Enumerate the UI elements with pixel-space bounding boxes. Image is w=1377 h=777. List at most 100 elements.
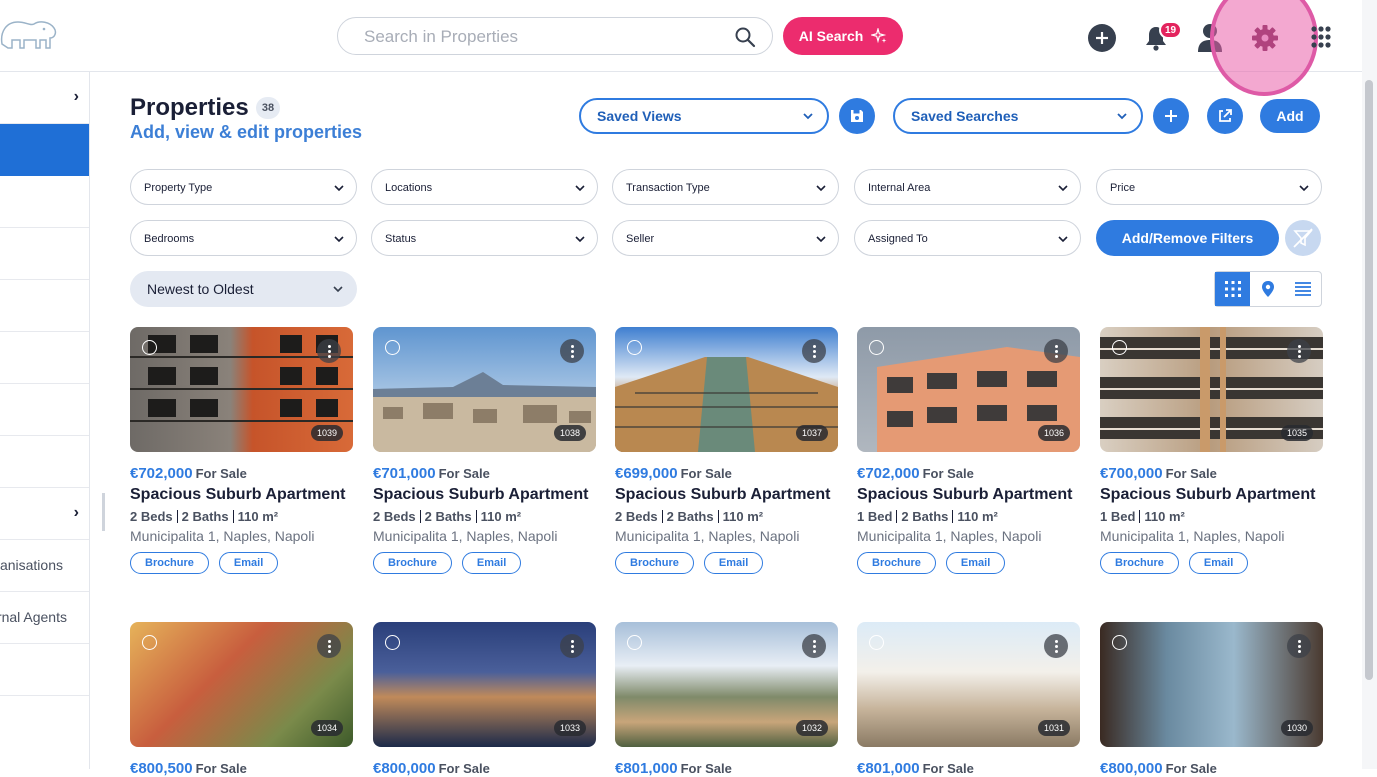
select-checkbox[interactable] <box>1112 340 1127 355</box>
property-name[interactable]: Spacious Suburb Apartment <box>857 486 1080 504</box>
brochure-button[interactable]: Brochure <box>615 552 694 574</box>
filter-property-type[interactable]: Property Type <box>130 169 357 205</box>
property-card[interactable]: 1037 €699,000 For Sale Spacious Suburb Ap… <box>615 327 838 574</box>
property-photo[interactable]: 1036 <box>857 327 1080 452</box>
grid-view-button[interactable] <box>1215 272 1251 306</box>
email-button[interactable]: Email <box>1188 552 1249 574</box>
property-photo[interactable]: 1034 <box>130 622 353 747</box>
sidebar-item-active[interactable] <box>0 124 89 176</box>
property-photo[interactable]: 1038 <box>373 327 596 452</box>
saved-views-select[interactable]: Saved Views <box>579 98 829 134</box>
sidebar-item[interactable] <box>0 280 89 332</box>
property-card[interactable]: 1031 €801,000 For Sale <box>857 622 1080 777</box>
property-card[interactable]: 1030 €800,000 For Sale <box>1100 622 1323 777</box>
add-saved-search-button[interactable] <box>1153 98 1189 134</box>
more-options-button[interactable] <box>560 634 584 658</box>
share-button[interactable] <box>1207 98 1243 134</box>
sidebar-item-group[interactable]: › <box>0 488 89 540</box>
select-checkbox[interactable] <box>385 340 400 355</box>
sort-select[interactable]: Newest to Oldest <box>130 271 357 307</box>
sidebar-item-external-agents[interactable]: rnal Agents <box>0 592 89 644</box>
clear-filters-button[interactable] <box>1285 220 1321 256</box>
search-input[interactable]: Search in Properties <box>364 27 518 47</box>
more-options-button[interactable] <box>1044 634 1068 658</box>
property-name[interactable]: Spacious Suburb Apartment <box>1100 486 1323 504</box>
select-checkbox[interactable] <box>1112 635 1127 650</box>
add-remove-filters-button[interactable]: Add/Remove Filters <box>1096 220 1279 256</box>
gear-icon[interactable] <box>1250 23 1280 53</box>
sidebar-item[interactable] <box>0 436 89 488</box>
select-checkbox[interactable] <box>142 340 157 355</box>
filter-seller[interactable]: Seller <box>612 220 839 256</box>
list-view-button[interactable] <box>1286 272 1321 306</box>
more-options-button[interactable] <box>802 339 826 363</box>
email-button[interactable]: Email <box>218 552 279 574</box>
property-photo[interactable]: 1031 <box>857 622 1080 747</box>
sidebar-item[interactable] <box>0 644 89 696</box>
scrollbar-thumb[interactable] <box>1365 80 1373 680</box>
filter-price[interactable]: Price <box>1096 169 1322 205</box>
property-name[interactable]: Spacious Suburb Apartment <box>615 486 838 504</box>
email-button[interactable]: Email <box>945 552 1006 574</box>
more-options-button[interactable] <box>1044 339 1068 363</box>
select-checkbox[interactable] <box>385 635 400 650</box>
more-options-button[interactable] <box>1287 634 1311 658</box>
property-card[interactable]: 1036 €702,000 For Sale Spacious Suburb Ap… <box>857 327 1080 574</box>
brochure-button[interactable]: Brochure <box>130 552 209 574</box>
property-card[interactable]: 1039 €702,000 For Sale Spacious Suburb Ap… <box>130 327 353 574</box>
search-bar[interactable]: Search in Properties <box>337 17 773 55</box>
ai-search-button[interactable]: AI Search <box>783 17 903 55</box>
sidebar-item[interactable] <box>0 384 89 436</box>
sidebar-resize-handle[interactable] <box>102 493 105 531</box>
sidebar-item-expand[interactable]: › <box>0 72 89 124</box>
property-photo[interactable]: 1035 <box>1100 327 1323 452</box>
property-photo[interactable]: 1030 <box>1100 622 1323 747</box>
more-options-button[interactable] <box>802 634 826 658</box>
filter-bedrooms[interactable]: Bedrooms <box>130 220 357 256</box>
sidebar-item[interactable] <box>0 228 89 280</box>
filter-transaction-type[interactable]: Transaction Type <box>612 169 839 205</box>
select-checkbox[interactable] <box>142 635 157 650</box>
sidebar-item-organisations[interactable]: anisations <box>0 540 89 592</box>
quick-add-button[interactable] <box>1088 24 1116 52</box>
more-options-button[interactable] <box>317 634 341 658</box>
select-checkbox[interactable] <box>627 340 642 355</box>
map-view-button[interactable] <box>1250 272 1285 306</box>
chevron-right-icon: › <box>73 504 79 521</box>
more-options-button[interactable] <box>317 339 341 363</box>
property-card[interactable]: 1035 €700,000 For Sale Spacious Suburb Ap… <box>1100 327 1323 574</box>
property-card[interactable]: 1032 €801,000 For Sale <box>615 622 838 777</box>
brochure-button[interactable]: Brochure <box>857 552 936 574</box>
sidebar-item[interactable] <box>0 176 89 228</box>
property-name[interactable]: Spacious Suburb Apartment <box>373 486 596 504</box>
more-options-button[interactable] <box>1287 339 1311 363</box>
filter-assigned-to[interactable]: Assigned To <box>854 220 1081 256</box>
brochure-button[interactable]: Brochure <box>1100 552 1179 574</box>
email-button[interactable]: Email <box>461 552 522 574</box>
select-checkbox[interactable] <box>869 340 884 355</box>
apps-grid-icon[interactable] <box>1310 25 1332 49</box>
select-checkbox[interactable] <box>869 635 884 650</box>
page-scrollbar[interactable] <box>1362 0 1377 769</box>
property-photo[interactable]: 1032 <box>615 622 838 747</box>
sidebar-item[interactable] <box>0 332 89 384</box>
add-property-button[interactable]: Add <box>1260 99 1320 133</box>
filter-internal-area[interactable]: Internal Area <box>854 169 1081 205</box>
filter-locations[interactable]: Locations <box>371 169 598 205</box>
property-photo[interactable]: 1039 <box>130 327 353 452</box>
property-card[interactable]: 1034 €800,500 For Sale <box>130 622 353 777</box>
search-icon[interactable] <box>734 26 756 48</box>
property-card[interactable]: 1033 €800,000 For Sale <box>373 622 596 777</box>
property-photo[interactable]: 1033 <box>373 622 596 747</box>
brochure-button[interactable]: Brochure <box>373 552 452 574</box>
property-photo[interactable]: 1037 <box>615 327 838 452</box>
elephant-logo-icon[interactable] <box>0 14 58 56</box>
save-view-button[interactable] <box>839 98 875 134</box>
property-card[interactable]: 1038 €701,000 For Sale Spacious Suburb Ap… <box>373 327 596 574</box>
more-options-button[interactable] <box>560 339 584 363</box>
email-button[interactable]: Email <box>703 552 764 574</box>
filter-status[interactable]: Status <box>371 220 598 256</box>
saved-searches-select[interactable]: Saved Searches <box>893 98 1143 134</box>
property-name[interactable]: Spacious Suburb Apartment <box>130 486 353 504</box>
select-checkbox[interactable] <box>627 635 642 650</box>
